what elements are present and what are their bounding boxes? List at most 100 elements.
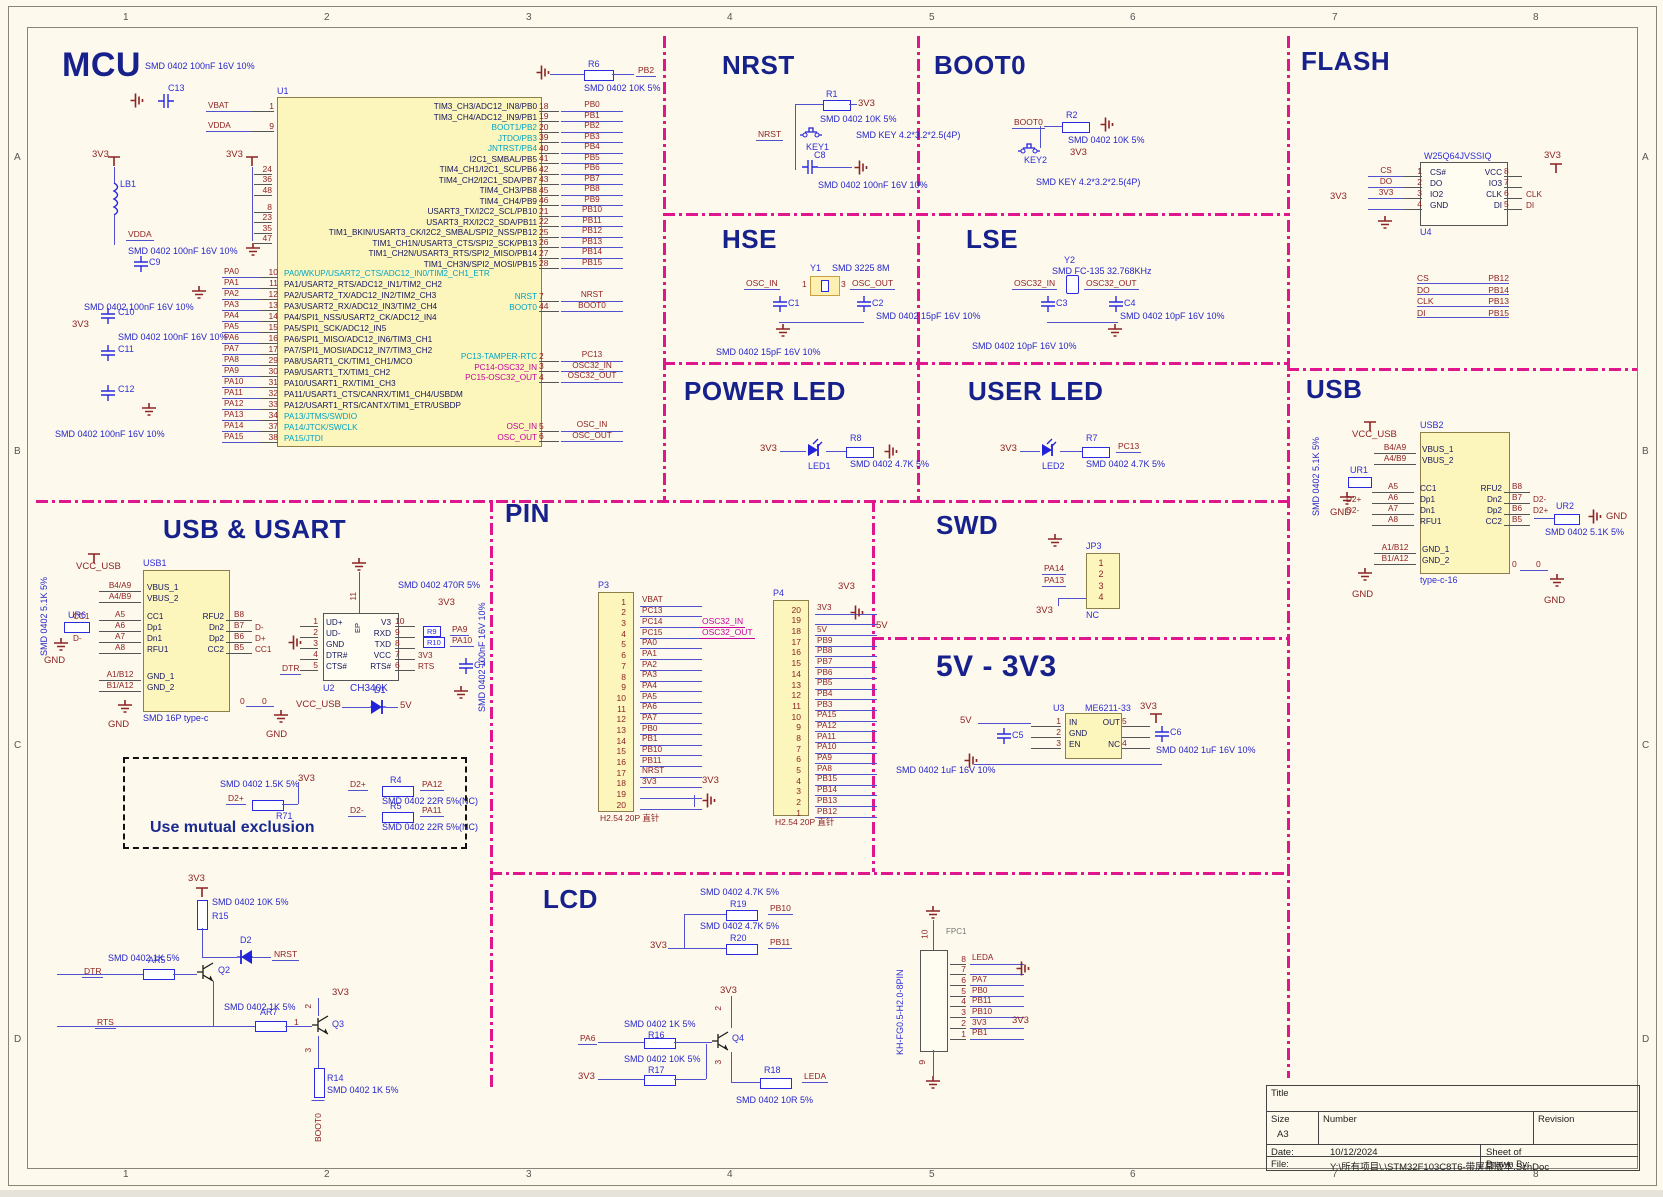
mcu-pin-row[interactable]: TIM1_CH1N/USART3_CTS/SPI2_SCK/PB13 26 PB13	[287, 237, 623, 248]
gnd-label[interactable]: GND	[1330, 508, 1351, 518]
connector-pin-row[interactable]: 12 PB4	[779, 689, 877, 701]
net-label[interactable]: PA14	[222, 421, 260, 432]
gnd-icon[interactable]	[350, 557, 368, 571]
pushbutton-key2-icon[interactable]	[1017, 142, 1041, 154]
net-label[interactable]: PA7	[640, 713, 702, 725]
usb-pin-row[interactable]: B4/A9 VBUS_1	[1374, 443, 1453, 454]
led1-icon[interactable]	[806, 436, 826, 458]
net-label[interactable]: PA11	[815, 732, 877, 743]
usb-pin-row[interactable]: CC1 A5 CC1	[73, 610, 168, 621]
mcu-pin-row[interactable]: BOOT0 44 BOOT0	[287, 301, 623, 312]
resistor-r14[interactable]	[314, 1068, 325, 1098]
mcu-pin-row[interactable]: TIM1_CH3N/SPI2_MOSI/PB15 28 PB15	[287, 258, 623, 269]
capacitor-c11-icon[interactable]	[100, 344, 116, 362]
usb-pin-row[interactable]: Dp2 B6 D+	[184, 632, 283, 643]
net-label[interactable]: PB9	[815, 636, 877, 647]
net-label-pa9[interactable]: PA9	[450, 625, 470, 636]
net-label[interactable]: DO	[1417, 285, 1430, 295]
connector-pin-row[interactable]: 3	[1088, 579, 1114, 591]
ic-pin-row[interactable]: 3 GND	[300, 638, 347, 649]
net-label[interactable]: PA6	[640, 703, 702, 714]
mcu-pin-row[interactable]: JTDO/PB3 39 PB3	[287, 132, 623, 143]
net-label[interactable]: PB8	[815, 647, 877, 658]
net-label[interactable]: PB14	[815, 785, 877, 797]
net-label[interactable]: DO	[1368, 177, 1404, 188]
net-label[interactable]: VBAT	[640, 596, 702, 607]
power-5v-label[interactable]: 5V	[876, 621, 888, 631]
power-icon[interactable]	[194, 884, 210, 898]
net-label-nrst[interactable]: NRST	[756, 130, 784, 141]
usb-pin-row[interactable]: Dn2 B7 D2-	[1462, 493, 1561, 504]
net-label[interactable]: OSC_OUT	[561, 431, 623, 442]
mcu-pin-row[interactable]: TIM4_CH1/I2C1_SCL/PB6 42 PB6	[287, 164, 623, 175]
connector-pin-row[interactable]: 14 PB6	[779, 668, 877, 679]
net-label-nrst[interactable]: NRST	[272, 950, 300, 961]
connector-pin-row[interactable]: 3 PC14	[604, 617, 702, 629]
net-label-pb10[interactable]: PB10	[768, 904, 793, 915]
gnd-label[interactable]: GND	[1606, 512, 1627, 522]
mcu-pin-row[interactable]: TIM3_CH3/ADC12_IN8/PB0 18 PB0	[287, 101, 623, 112]
gnd-icon[interactable]	[1376, 215, 1394, 229]
net-label[interactable]: PA8	[815, 764, 877, 775]
net-label[interactable]: PB15	[1488, 308, 1509, 318]
power-3v3-label[interactable]: 3V3	[702, 776, 719, 786]
ic-pin-row[interactable]: RTS# 6 RTS	[353, 660, 454, 671]
net-label[interactable]: CS	[1417, 274, 1429, 283]
ic-pin-row[interactable]: NC 4	[1094, 738, 1150, 749]
capacitor-c13-icon[interactable]	[157, 93, 175, 109]
flash-pin-row[interactable]: 4 GND	[1368, 199, 1448, 210]
net-label[interactable]: PA2	[222, 289, 260, 300]
resistor-r18[interactable]	[760, 1078, 792, 1089]
net-label[interactable]: PA1	[222, 278, 260, 289]
usb-pin-row[interactable]: RFU2 B8	[1462, 482, 1561, 493]
usb-pin-row[interactable]: D- A7 Dn1	[73, 632, 168, 643]
connector-pin-row[interactable]: 20	[604, 799, 702, 810]
usb-pin-row[interactable]: RFU2 B8	[184, 610, 283, 621]
power-3v3-label[interactable]: 3V3	[1000, 444, 1017, 454]
mcu-pin-row[interactable]: PA1 11 PA1/USART2_RTS/ADC12_IN1/TIM2_CH2	[222, 278, 490, 289]
gnd-label[interactable]: GND	[1352, 590, 1373, 600]
net-label[interactable]: CLK	[1417, 297, 1434, 306]
mcu-pin-row[interactable]: USART3_RX/I2C2_SDA/PB11 22 PB11	[287, 216, 623, 227]
power-vcc-usb-label[interactable]: VCC_USB	[76, 562, 121, 572]
net-label[interactable]: 3V3	[640, 777, 702, 789]
power-5v-label[interactable]: 5V	[400, 701, 412, 711]
net-label[interactable]: PB1	[970, 1029, 1024, 1040]
gnd-icon[interactable]	[535, 64, 550, 82]
net-label-pb11[interactable]: PB11	[768, 938, 793, 949]
net-label-pa14[interactable]: PA14	[1042, 564, 1067, 575]
gnd-icon[interactable]	[1548, 573, 1566, 587]
mcu-pin-row[interactable]: USART3_TX/I2C2_SCL/PB10 21 PB10	[287, 206, 623, 217]
net-label-dtr[interactable]: DTR	[82, 967, 104, 978]
transistor-q3-icon[interactable]	[311, 1015, 330, 1036]
net-label[interactable]: PA7	[222, 344, 260, 355]
gnd-icon[interactable]	[1338, 491, 1356, 505]
net-label[interactable]: NRST	[640, 767, 702, 778]
resistor-r15[interactable]	[197, 900, 208, 930]
ic-pin-row[interactable]: 5 CTS#	[300, 660, 347, 671]
power-3v3-label[interactable]: 3V3	[650, 941, 667, 951]
net-label[interactable]: PA10	[222, 377, 260, 388]
power-icon[interactable]	[1148, 710, 1164, 724]
power-5v-label[interactable]: 5V	[960, 716, 972, 726]
power-3v3-label[interactable]: 3V3	[438, 598, 455, 608]
gnd-icon[interactable]	[452, 685, 470, 699]
gnd-icon[interactable]	[287, 634, 302, 652]
power-3v3-label[interactable]: 3V3	[1012, 1016, 1029, 1026]
ic-pin-row[interactable]: 1 IN	[1031, 716, 1087, 727]
power-icon[interactable]	[1548, 160, 1564, 174]
net-label-pa13[interactable]: PA13	[1042, 576, 1067, 587]
mcu-pin-row[interactable]: TIM1_CH2N/USART3_RTS/SPI2_MISO/PB14 27 PB1…	[287, 248, 623, 259]
gnd-icon[interactable]	[1587, 508, 1602, 526]
net-label[interactable]: PA1	[640, 649, 702, 661]
gnd-icon[interactable]	[1356, 567, 1374, 581]
net-label[interactable]: OSC_IN	[561, 421, 623, 432]
gnd-icon[interactable]	[1046, 533, 1064, 547]
gnd-label[interactable]: GND	[266, 730, 287, 740]
power-3v3-label[interactable]: 3V3	[1330, 192, 1347, 202]
connector-pin-row[interactable]: 1 VBAT	[604, 596, 702, 607]
net-label[interactable]: D-	[73, 634, 99, 643]
capacitor-c6-icon[interactable]	[1154, 725, 1170, 743]
diode-d1-icon[interactable]	[369, 698, 387, 716]
net-label[interactable]: CLK	[1522, 190, 1562, 199]
